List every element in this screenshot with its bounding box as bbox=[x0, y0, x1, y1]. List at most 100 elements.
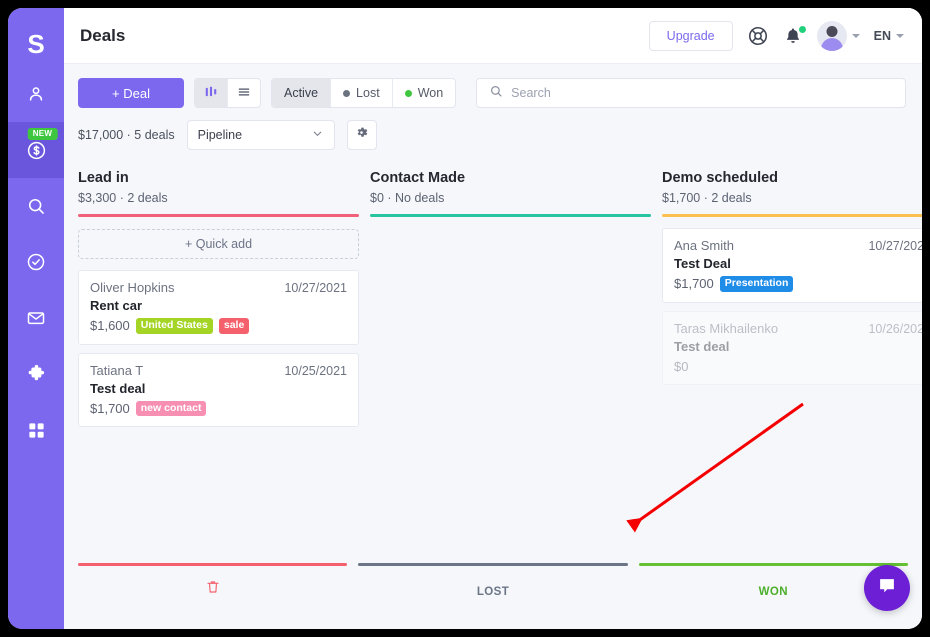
deal-title: Rent car bbox=[90, 298, 143, 313]
deal-title: Test deal bbox=[90, 380, 146, 396]
drop-zone-accent bbox=[638, 563, 908, 566]
chat-bubble-icon bbox=[876, 575, 898, 602]
deal-title: Test Deal bbox=[674, 256, 731, 271]
toolbar: + Deal Active Lost Won Search $17,000 · … bbox=[64, 64, 922, 150]
view-kanban-button[interactable] bbox=[195, 79, 228, 107]
sidebar-item-mail[interactable] bbox=[8, 290, 64, 346]
top-bar-actions: Upgrade EN bbox=[648, 20, 904, 51]
grid-icon bbox=[27, 421, 46, 440]
filter-won-label: Won bbox=[417, 86, 444, 100]
language-selector[interactable]: EN bbox=[874, 29, 904, 43]
search-icon bbox=[489, 84, 503, 103]
envelope-icon bbox=[26, 308, 46, 328]
sidebar-item-tasks[interactable] bbox=[8, 234, 64, 290]
deal-board: Lead in $3,300 · 2 deals + Quick add Oli… bbox=[64, 150, 922, 563]
filter-active[interactable]: Active bbox=[272, 79, 332, 107]
sidebar-item-deals[interactable]: NEW bbox=[8, 122, 64, 178]
deal-tag: new contact bbox=[135, 400, 207, 416]
quick-add-button[interactable]: + Quick add bbox=[78, 229, 359, 259]
view-list-button[interactable] bbox=[228, 79, 260, 107]
deal-amount: $1,700 bbox=[674, 276, 714, 292]
drop-zone-bar: LOST WON bbox=[64, 563, 922, 629]
page-title: Deals bbox=[80, 25, 126, 45]
deal-card[interactable]: Oliver Hopkins 10/27/2021 Rent car $1,60… bbox=[78, 270, 359, 345]
sidebar-item-integrations[interactable] bbox=[8, 346, 64, 402]
pipeline-select-value: Pipeline bbox=[197, 128, 243, 142]
sidebar: S NEW bbox=[8, 8, 64, 629]
filter-active-label: Active bbox=[284, 86, 319, 100]
upgrade-button[interactable]: Upgrade bbox=[648, 20, 733, 51]
person-icon bbox=[26, 84, 46, 104]
toolbar-row-secondary: $17,000 · 5 deals Pipeline bbox=[78, 120, 906, 150]
deal-date: 10/27/2021 bbox=[284, 281, 347, 295]
filter-won[interactable]: Won bbox=[393, 79, 455, 107]
chat-button[interactable] bbox=[864, 565, 910, 611]
board-column-demo-scheduled: Demo scheduled $1,700 · 2 deals Ana Smit… bbox=[662, 170, 922, 563]
list-view-icon bbox=[237, 85, 251, 102]
app-window: S NEW Deals Upgrade EN + Deal Active Los… bbox=[8, 8, 922, 629]
drop-zone-lost[interactable]: LOST bbox=[358, 563, 628, 598]
deal-date: 10/25/2021 bbox=[284, 363, 347, 378]
chevron-down-icon bbox=[311, 127, 324, 143]
check-circle-icon bbox=[26, 252, 46, 272]
puzzle-icon bbox=[26, 364, 47, 385]
top-bar: Deals Upgrade EN bbox=[64, 8, 922, 64]
deal-card[interactable]: Ana Smith 10/27/2021 Test Deal $1,700 Pr… bbox=[662, 228, 922, 303]
drop-zone-won-label: WON bbox=[758, 586, 788, 598]
card-list: Ana Smith 10/27/2021 Test Deal $1,700 Pr… bbox=[662, 228, 922, 385]
card-list: Oliver Hopkins 10/27/2021 Rent car $1,60… bbox=[78, 270, 359, 427]
deal-card[interactable]: Taras Mikhailenko 10/26/2021 Test deal $… bbox=[662, 310, 922, 385]
deal-contact: Taras Mikhailenko bbox=[674, 320, 779, 336]
search-box[interactable] bbox=[476, 78, 906, 108]
pipeline-settings-button[interactable] bbox=[346, 120, 377, 150]
chevron-down-icon bbox=[851, 33, 860, 38]
new-badge: NEW bbox=[27, 128, 58, 140]
column-summary: $1,700 · 2 deals bbox=[662, 191, 752, 205]
gear-icon bbox=[354, 125, 369, 145]
notifications-bell-icon[interactable] bbox=[783, 24, 807, 46]
avatar-menu[interactable] bbox=[816, 20, 860, 51]
view-switcher bbox=[194, 78, 261, 108]
kanban-view-icon bbox=[204, 85, 218, 102]
deal-amount: $1,700 bbox=[90, 400, 130, 416]
column-title: Contact Made bbox=[370, 170, 466, 186]
drop-zone-delete[interactable] bbox=[78, 563, 348, 599]
deal-tag: Presentation bbox=[719, 276, 794, 292]
filter-lost[interactable]: Lost bbox=[331, 79, 393, 107]
drop-zone-accent bbox=[78, 563, 348, 566]
trash-icon bbox=[205, 578, 221, 599]
deal-amount: $0 bbox=[674, 358, 689, 374]
notification-dot bbox=[797, 24, 807, 34]
main-area: Deals Upgrade EN + Deal Active Lost Won … bbox=[64, 8, 922, 629]
drop-zone-accent bbox=[358, 563, 628, 566]
pipeline-select[interactable]: Pipeline bbox=[186, 120, 335, 150]
lifebuoy-icon[interactable] bbox=[747, 25, 769, 47]
column-accent-bar bbox=[662, 214, 922, 217]
dollar-coin-icon bbox=[26, 140, 47, 161]
sidebar-item-apps[interactable] bbox=[8, 402, 64, 458]
column-summary: $3,300 · 2 deals bbox=[78, 191, 168, 205]
column-accent-bar bbox=[370, 214, 651, 217]
language-label: EN bbox=[873, 28, 891, 43]
column-title: Lead in bbox=[78, 170, 129, 186]
column-summary: $0 · No deals bbox=[370, 191, 445, 205]
chevron-down-icon bbox=[896, 33, 904, 38]
column-title: Demo scheduled bbox=[662, 170, 779, 186]
app-logo[interactable]: S bbox=[8, 22, 64, 66]
deal-tag: sale bbox=[218, 318, 250, 334]
status-dot-won bbox=[404, 89, 412, 97]
drop-zone-lost-label: LOST bbox=[476, 586, 510, 598]
toolbar-row-primary: + Deal Active Lost Won Search bbox=[78, 78, 906, 108]
deal-title: Test deal bbox=[674, 338, 730, 354]
avatar bbox=[816, 20, 847, 51]
deals-summary: $17,000 · 5 deals bbox=[78, 128, 175, 142]
sidebar-item-contacts[interactable] bbox=[8, 66, 64, 122]
deal-card[interactable]: Tatiana T 10/25/2021 Test deal $1,700 ne… bbox=[78, 352, 359, 427]
search-icon bbox=[26, 196, 46, 216]
search-input[interactable] bbox=[511, 86, 893, 100]
deal-date: 10/27/2021 bbox=[868, 239, 922, 253]
add-deal-button[interactable]: + Deal bbox=[78, 78, 184, 108]
deal-contact: Ana Smith bbox=[674, 238, 734, 253]
column-accent-bar bbox=[78, 214, 359, 217]
sidebar-item-search[interactable] bbox=[8, 178, 64, 234]
